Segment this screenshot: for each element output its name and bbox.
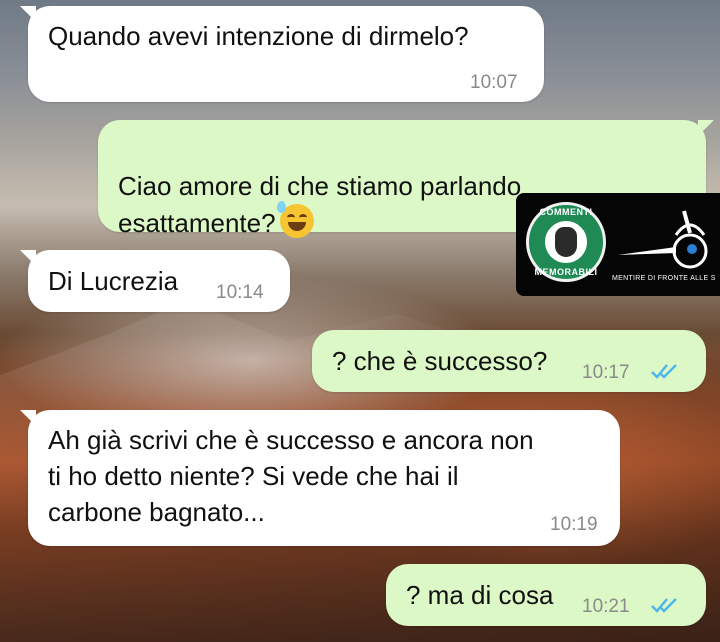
bubble-tail: [20, 6, 36, 22]
message-bubble-incoming[interactable]: Di Lucrezia 10:14: [20, 250, 290, 312]
bubble-tail: [698, 120, 714, 136]
message-time: 10:14: [216, 282, 264, 303]
read-receipt-icon: [651, 364, 677, 379]
bubble-tail: [20, 250, 36, 266]
message-text: Quando avevi intenzione di dirmelo?: [48, 21, 469, 51]
watermark-logo: COMMENTI MEMORABILI MENTIRE DI FRONTE AL…: [516, 193, 720, 296]
message-text: Di Lucrezia: [48, 266, 179, 296]
seal-text-top: COMMENTI: [539, 207, 593, 217]
message-time: 10:17: [582, 362, 630, 383]
message-time: 10:19: [550, 514, 598, 535]
message-text: ? che è successo?: [332, 346, 548, 376]
seal-text-bottom: MEMORABILI: [534, 267, 598, 277]
message-time: 10:21: [582, 596, 630, 617]
bubble-tail: [20, 410, 36, 426]
commenti-memorabili-seal: COMMENTI MEMORABILI: [526, 202, 606, 282]
message-bubble-incoming[interactable]: Ah già scrivi che è successo e ancora no…: [20, 410, 620, 546]
watermark-caption: MENTIRE DI FRONTE ALLE SPUNTE BLU: [612, 275, 716, 282]
message-bubble-outgoing[interactable]: ? ma di cosa 10:21: [386, 564, 706, 626]
message-bubble-incoming[interactable]: Quando avevi intenzione di dirmelo? 10:0…: [20, 6, 544, 102]
bearded-face-icon: [555, 227, 577, 257]
message-text: Ah già scrivi che è successo e ancora no…: [48, 425, 534, 527]
pinocchio-icon: [618, 210, 708, 269]
message-text: ? ma di cosa: [406, 580, 554, 610]
message-time: 10:07: [470, 72, 518, 93]
message-text: Ciao amore di che stiamo parlando esatta…: [118, 171, 522, 238]
read-receipt-icon: [651, 598, 677, 613]
message-bubble-outgoing[interactable]: ? che è successo? 10:17: [312, 330, 706, 392]
sweat-smile-emoji: [276, 201, 314, 238]
